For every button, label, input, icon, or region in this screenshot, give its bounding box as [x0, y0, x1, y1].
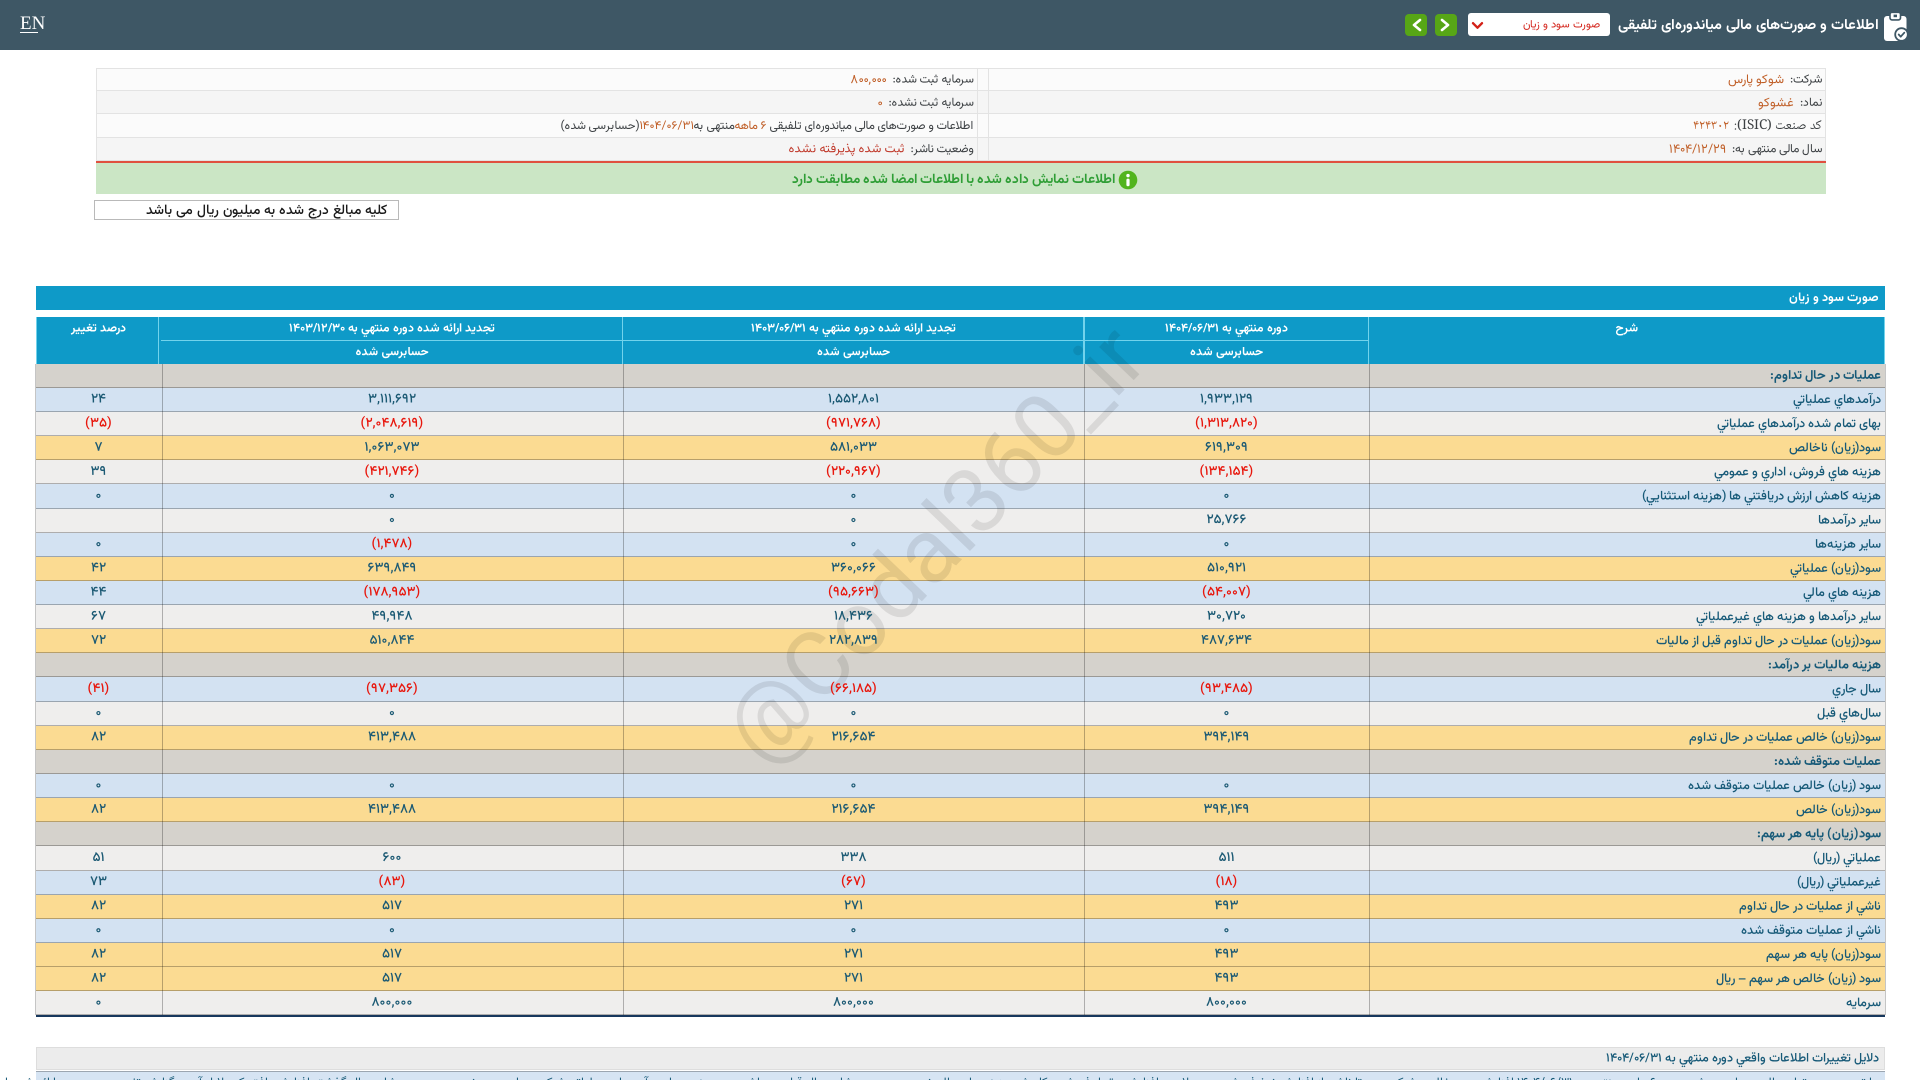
- svg-text:EN: EN: [20, 13, 46, 34]
